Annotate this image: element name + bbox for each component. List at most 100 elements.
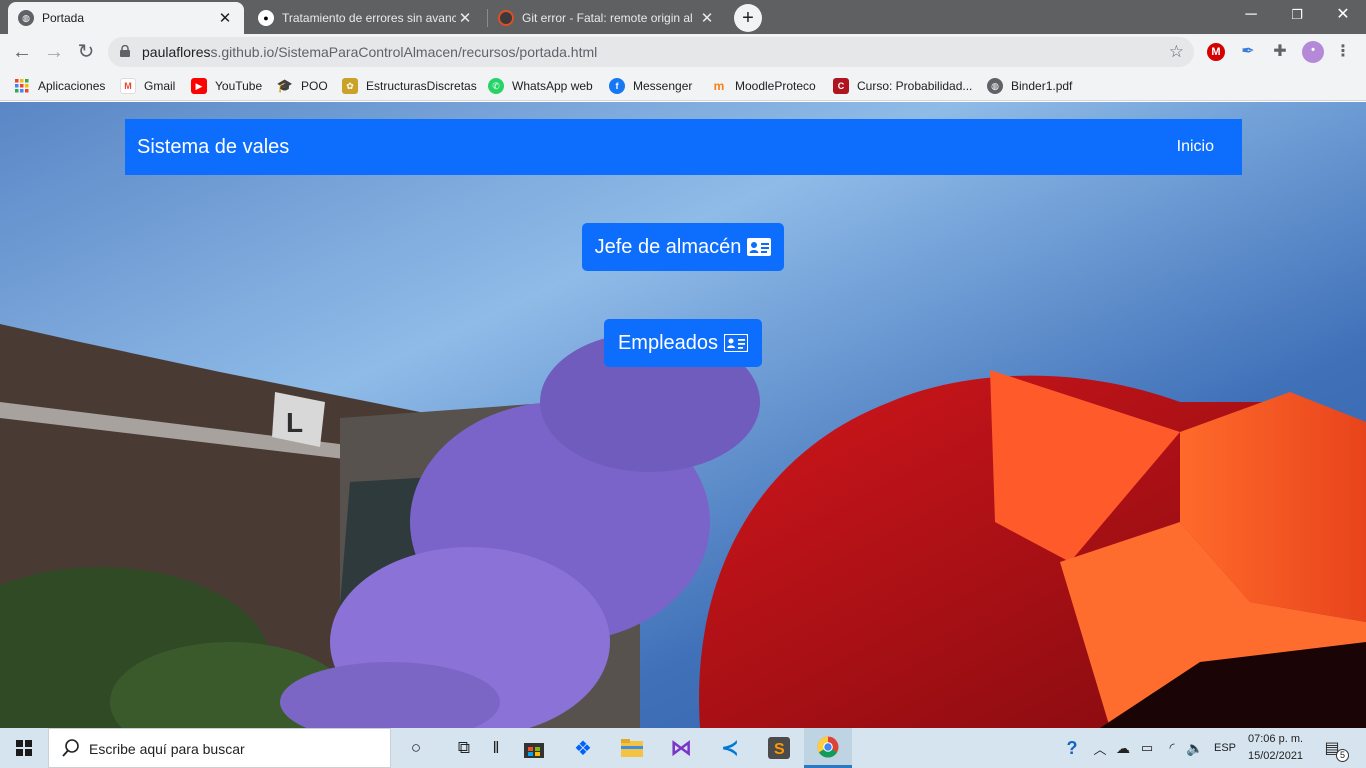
bookmark-star-icon[interactable]: ☆ [1169, 37, 1184, 67]
file-explorer-icon[interactable] [620, 736, 644, 760]
moodle-icon: m [713, 79, 725, 93]
jefe-de-almacen-button[interactable]: Jefe de almacén [582, 223, 784, 271]
bookmark-whatsapp[interactable]: ✆ WhatsApp web [488, 76, 593, 96]
cortana-icon[interactable]: ○ [404, 736, 428, 760]
id-card-icon [747, 238, 772, 256]
svg-text:L: L [286, 407, 303, 438]
tab-title: Git error - Fatal: remote origin al [522, 11, 693, 25]
tab-strip: ◍ Portada ✕ ● Tratamiento de errores sin… [0, 0, 1366, 34]
extensions-puzzle-icon[interactable]: ✚ [1271, 43, 1289, 61]
address-bar[interactable]: paulafloress.github.io/SistemaParaContro… [108, 37, 1194, 67]
chrome-taskbar-button[interactable] [804, 728, 852, 768]
whatsapp-icon: ✆ [488, 78, 504, 94]
bookmark-poo[interactable]: 🎓 POO [277, 76, 328, 96]
empleados-button[interactable]: Empleados [604, 319, 762, 367]
bookmark-curso-probabilidad[interactable]: C Curso: Probabilidad... [833, 76, 972, 96]
dropbox-icon[interactable]: ❖ [571, 736, 595, 760]
visual-studio-icon[interactable]: ⋈ [669, 735, 693, 760]
graduation-cap-icon: 🎓 [276, 78, 294, 93]
bookmark-label: Aplicaciones [38, 79, 106, 93]
bookmark-label: WhatsApp web [512, 79, 593, 93]
top-navbar: Sistema de vales Inicio [125, 119, 1242, 175]
tab-title: Portada [42, 11, 85, 25]
globe-icon: ◍ [18, 10, 34, 26]
restore-icon[interactable]: ❐ [1274, 0, 1320, 30]
taskbar-search-input[interactable]: Escribe aquí para buscar [48, 728, 391, 768]
bookmark-messenger[interactable]: f Messenger [609, 76, 692, 96]
bookmark-moodleproteco[interactable]: m MoodleProteco [711, 76, 816, 96]
bookmark-youtube[interactable]: ▶ YouTube [191, 76, 262, 96]
bookmark-gmail[interactable]: M Gmail [120, 76, 175, 96]
taskbar-divider-icon: ‖ [492, 738, 500, 757]
bookmark-label: Curso: Probabilidad... [857, 79, 973, 93]
browser-toolbar: ← → ↻ paulafloress.github.io/SistemaPara… [0, 34, 1366, 70]
bookmark-label: Gmail [144, 79, 176, 93]
url-text: paulafloress.github.io/SistemaParaContro… [142, 37, 597, 67]
help-alert-icon[interactable]: ? [1060, 736, 1084, 760]
notification-count-badge: 5 [1336, 749, 1349, 762]
url-host: paulaflores [142, 44, 211, 60]
wifi-icon[interactable]: ◜ [1160, 736, 1184, 760]
github-icon: ● [258, 10, 274, 26]
mega-extension-icon[interactable]: M [1207, 43, 1225, 61]
volume-icon[interactable]: 🔈 [1183, 736, 1207, 760]
bookmark-label: Messenger [633, 79, 693, 93]
git-icon [498, 10, 514, 26]
clock-date[interactable]: 15/02/2021 [1248, 750, 1303, 762]
close-window-icon[interactable]: ✕ [1320, 0, 1366, 30]
language-indicator[interactable]: ESP [1214, 742, 1236, 754]
nav-link-inicio[interactable]: Inicio [1177, 119, 1214, 175]
tab-portada[interactable]: ◍ Portada ✕ [8, 2, 244, 34]
svg-text:S: S [774, 741, 785, 758]
tab-git-error[interactable]: Git error - Fatal: remote origin al ✕ [488, 2, 726, 34]
facebook-icon: f [609, 78, 625, 94]
battery-icon[interactable]: ▭ [1135, 736, 1159, 760]
windows-taskbar: Escribe aquí para buscar ○ ⧉ ‖ ❖ ⋈ ≺ S ?… [0, 728, 1366, 768]
background-photo: L [0, 102, 1366, 728]
bookmarks-bar: Aplicaciones M Gmail ▶ YouTube 🎓 POO ✿ Estru… [0, 70, 1366, 101]
onedrive-cloud-icon[interactable]: ☁ [1111, 736, 1135, 760]
bookmark-label: Binder1.pdf [1011, 79, 1073, 93]
bookmark-estructurasdiscretas[interactable]: ✿ EstructurasDiscretas [342, 76, 477, 96]
globe-icon: ◍ [987, 78, 1003, 94]
tab-tratamiento-errores[interactable]: ● Tratamiento de errores sin avanc ✕ [248, 2, 484, 34]
store-icon[interactable] [522, 736, 546, 760]
chevron-up-icon[interactable]: ︿ [1088, 736, 1112, 760]
page-viewport: L Sistema de vales Inicio Jefe de almacé… [0, 102, 1366, 728]
bookmark-aplicaciones[interactable]: Aplicaciones [14, 76, 105, 96]
search-icon [62, 739, 79, 757]
feather-extension-icon[interactable]: ✒ [1239, 43, 1257, 61]
navbar-brand[interactable]: Sistema de vales [137, 119, 289, 175]
windows-start-icon[interactable] [12, 736, 36, 760]
apps-grid-icon [14, 78, 30, 94]
youtube-icon: ▶ [191, 78, 207, 94]
minimize-icon[interactable]: ─ [1228, 0, 1274, 30]
button-label: Empleados [617, 331, 719, 354]
search-placeholder: Escribe aquí para buscar [89, 741, 245, 757]
lock-icon [120, 45, 130, 57]
url-path: s.github.io/SistemaParaControlAlmacen/re… [210, 44, 598, 60]
clock-time[interactable]: 07:06 p. m. [1248, 733, 1303, 745]
forward-arrow-icon[interactable]: → [40, 38, 68, 66]
gmail-icon: M [120, 78, 136, 94]
close-tab-icon[interactable]: ✕ [698, 9, 716, 27]
site-icon: ✿ [342, 78, 358, 94]
close-tab-icon[interactable]: ✕ [216, 9, 234, 27]
kebab-menu-icon[interactable]: ⋮ [1334, 43, 1352, 61]
back-arrow-icon[interactable]: ← [8, 38, 36, 66]
bookmark-label: YouTube [215, 79, 263, 93]
chrome-icon [817, 736, 839, 758]
bookmark-label: MoodleProteco [735, 79, 816, 93]
close-tab-icon[interactable]: ✕ [456, 9, 474, 27]
task-view-icon[interactable]: ⧉ [452, 736, 476, 760]
course-icon: C [833, 78, 849, 94]
sublime-text-icon[interactable]: S [767, 736, 791, 760]
vscode-icon[interactable]: ≺ [718, 735, 742, 760]
bookmark-binder1[interactable]: ◍ Binder1.pdf [987, 76, 1072, 96]
reload-icon[interactable]: ↻ [72, 38, 100, 66]
id-card-icon [724, 334, 749, 352]
profile-avatar[interactable]: • [1302, 41, 1324, 63]
button-label: Jefe de almacén [594, 235, 742, 258]
new-tab-button[interactable]: + [734, 4, 762, 32]
tab-title: Tratamiento de errores sin avanc [282, 11, 456, 25]
